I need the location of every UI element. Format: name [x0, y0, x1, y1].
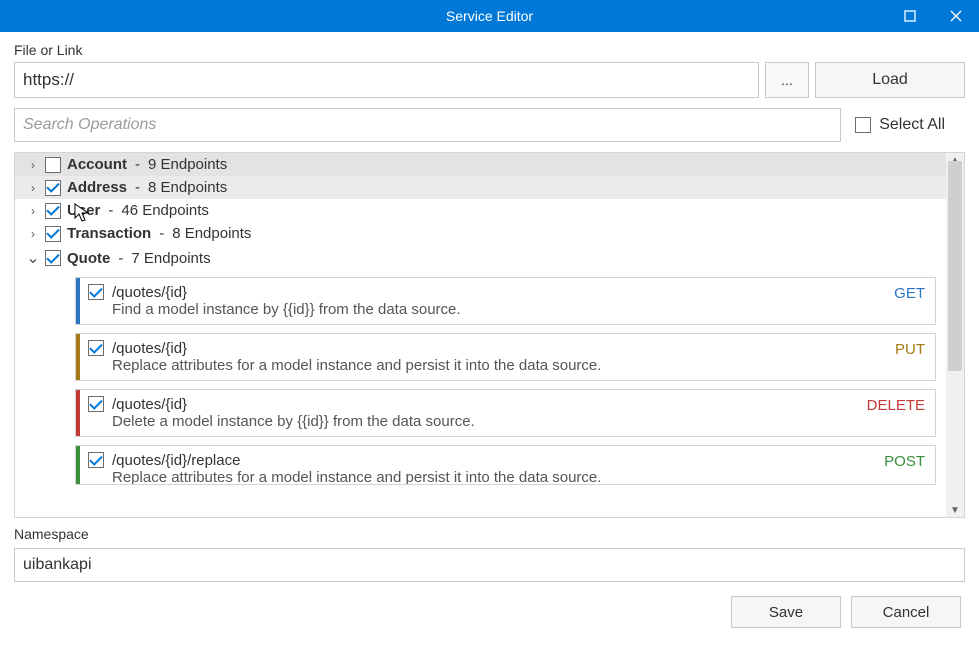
operation-description: Find a model instance by {{id}} from the… — [112, 301, 886, 318]
chevron-right-icon[interactable]: › — [27, 158, 39, 172]
operation-item[interactable]: /quotes/{id}Delete a model instance by {… — [75, 389, 936, 437]
operation-path: /quotes/{id} — [112, 340, 887, 357]
chevron-down-icon[interactable]: ⌄ — [27, 248, 39, 268]
operation-item[interactable]: /quotes/{id}Replace attributes for a mod… — [75, 333, 936, 381]
operation-item[interactable]: /quotes/{id}Find a model instance by {{i… — [75, 277, 936, 325]
operation-item[interactable]: /quotes/{id}/replaceReplace attributes f… — [75, 445, 936, 485]
operation-description: Replace attributes for a model instance … — [112, 469, 876, 485]
tree-item-name: Account — [67, 156, 127, 173]
tree-checkbox[interactable] — [45, 250, 61, 266]
tree-item-account[interactable]: ›Account - 9 Endpoints — [15, 153, 946, 176]
operation-checkbox[interactable] — [88, 396, 104, 412]
operation-path: /quotes/{id} — [112, 396, 859, 413]
save-button[interactable]: Save — [731, 596, 841, 628]
namespace-input[interactable] — [14, 548, 965, 582]
tree-checkbox[interactable] — [45, 180, 61, 196]
namespace-label: Namespace — [14, 526, 965, 542]
tree-item-transaction[interactable]: ›Transaction - 8 Endpoints — [15, 222, 946, 245]
url-input[interactable] — [14, 62, 759, 98]
tree-item-user[interactable]: ›User - 46 Endpoints — [15, 199, 946, 222]
operations-tree: ›Account - 9 Endpoints›Address - 8 Endpo… — [14, 152, 965, 518]
operation-method: POST — [884, 452, 925, 478]
operation-method: DELETE — [867, 396, 925, 430]
operation-checkbox[interactable] — [88, 340, 104, 356]
tree-item-name: Address — [67, 179, 127, 196]
file-or-link-label: File or Link — [14, 42, 965, 58]
tree-item-quote[interactable]: ⌄Quote - 7 Endpoints — [15, 245, 946, 271]
search-input[interactable] — [14, 108, 841, 142]
operation-method: PUT — [895, 340, 925, 374]
tree-item-name: User — [67, 202, 100, 219]
tree-item-name: Transaction — [67, 225, 151, 242]
scrollbar[interactable]: ▲ ▼ — [946, 153, 964, 517]
operation-description: Delete a model instance by {{id}} from t… — [112, 413, 859, 430]
select-all-label: Select All — [879, 116, 945, 134]
titlebar: Service Editor — [0, 0, 979, 32]
close-button[interactable] — [933, 0, 979, 32]
operation-list: /quotes/{id}Find a model instance by {{i… — [15, 271, 946, 485]
tree-checkbox[interactable] — [45, 226, 61, 242]
browse-button[interactable]: ... — [765, 62, 809, 98]
scroll-thumb[interactable] — [948, 161, 962, 371]
operation-path: /quotes/{id} — [112, 284, 886, 301]
scroll-down-icon[interactable]: ▼ — [946, 503, 964, 517]
tree-checkbox[interactable] — [45, 203, 61, 219]
operation-checkbox[interactable] — [88, 284, 104, 300]
tree-item-name: Quote — [67, 250, 110, 267]
chevron-right-icon[interactable]: › — [27, 227, 39, 241]
select-all-container[interactable]: Select All — [855, 116, 965, 134]
tree-item-count: 8 Endpoints — [172, 225, 251, 242]
tree-item-count: 9 Endpoints — [148, 156, 227, 173]
tree-item-count: 8 Endpoints — [148, 179, 227, 196]
tree-item-count: 46 Endpoints — [121, 202, 209, 219]
window-controls — [887, 0, 979, 32]
operation-method: GET — [894, 284, 925, 318]
select-all-checkbox[interactable] — [855, 117, 871, 133]
chevron-right-icon[interactable]: › — [27, 181, 39, 195]
operation-checkbox[interactable] — [88, 452, 104, 468]
tree-item-count: 7 Endpoints — [131, 250, 210, 267]
tree-checkbox[interactable] — [45, 157, 61, 173]
load-button[interactable]: Load — [815, 62, 965, 98]
operation-description: Replace attributes for a model instance … — [112, 357, 887, 374]
operation-path: /quotes/{id}/replace — [112, 452, 876, 469]
window-title: Service Editor — [446, 8, 533, 24]
chevron-right-icon[interactable]: › — [27, 204, 39, 218]
maximize-button[interactable] — [887, 0, 933, 32]
tree-item-address[interactable]: ›Address - 8 Endpoints — [15, 176, 946, 199]
cancel-button[interactable]: Cancel — [851, 596, 961, 628]
